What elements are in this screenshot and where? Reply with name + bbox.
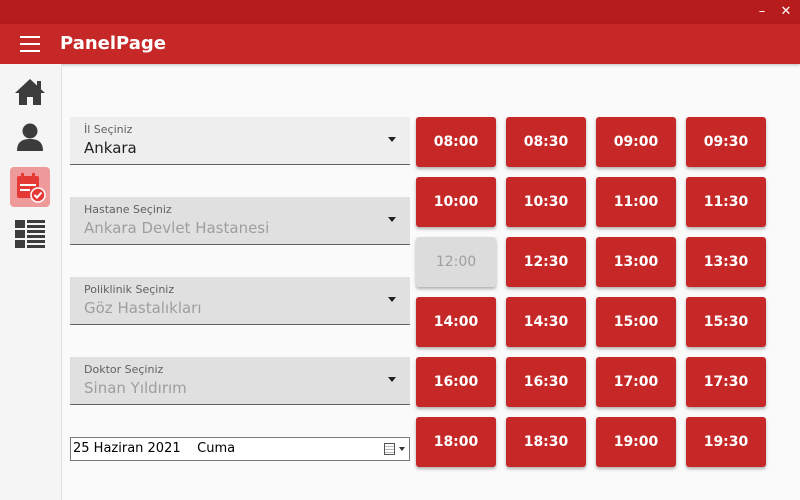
time-slot-button[interactable]: 08:00 xyxy=(416,117,496,167)
hamburger-menu-icon[interactable] xyxy=(20,36,40,52)
close-button[interactable]: ✕ xyxy=(776,2,796,22)
doctor-select[interactable]: Doktor Seçiniz Sinan Yıldırım xyxy=(70,357,410,405)
time-slot-button[interactable]: 10:00 xyxy=(416,177,496,227)
doctor-label: Doktor Seçiniz xyxy=(84,363,164,376)
hospital-label: Hastane Seçiniz xyxy=(84,203,172,216)
time-slot-button[interactable]: 19:30 xyxy=(686,417,766,467)
time-slot-button: 12:00 xyxy=(416,237,496,287)
time-slot-button[interactable]: 14:00 xyxy=(416,297,496,347)
list-icon xyxy=(15,220,45,248)
chevron-down-icon xyxy=(399,447,405,451)
city-select[interactable]: İl Seçiniz Ankara xyxy=(70,117,410,165)
time-slot-button[interactable]: 11:30 xyxy=(686,177,766,227)
time-slot-button[interactable]: 17:30 xyxy=(686,357,766,407)
dropdown-arrow-icon xyxy=(388,377,396,382)
window-titlebar: – ✕ xyxy=(0,0,800,24)
time-slot-button[interactable]: 16:00 xyxy=(416,357,496,407)
time-slot-button[interactable]: 12:30 xyxy=(506,237,586,287)
time-slot-button[interactable]: 08:30 xyxy=(506,117,586,167)
time-slot-button[interactable]: 19:00 xyxy=(596,417,676,467)
time-slot-button[interactable]: 14:30 xyxy=(506,297,586,347)
time-slot-button[interactable]: 13:30 xyxy=(686,237,766,287)
dropdown-arrow-icon xyxy=(388,297,396,302)
hospital-value: Ankara Devlet Hastanesi xyxy=(84,219,270,237)
city-value: Ankara xyxy=(84,139,137,157)
clinic-select[interactable]: Poliklinik Seçiniz Göz Hastalıkları xyxy=(70,277,410,325)
minimize-button[interactable]: – xyxy=(752,2,772,22)
sidebar xyxy=(0,64,62,500)
app-title: PanelPage xyxy=(60,33,166,54)
dropdown-arrow-icon xyxy=(388,217,396,222)
time-slot-button[interactable]: 15:00 xyxy=(596,297,676,347)
time-slot-button[interactable]: 17:00 xyxy=(596,357,676,407)
clinic-label: Poliklinik Seçiniz xyxy=(84,283,175,296)
city-label: İl Seçiniz xyxy=(84,123,133,136)
sidebar-item-list[interactable] xyxy=(10,214,50,254)
time-slot-button[interactable]: 10:30 xyxy=(506,177,586,227)
sidebar-item-appointment[interactable] xyxy=(10,167,50,207)
app-bar: PanelPage xyxy=(0,24,800,64)
time-slot-button[interactable]: 09:00 xyxy=(596,117,676,167)
doctor-value: Sinan Yıldırım xyxy=(84,379,187,397)
calendar-check-icon xyxy=(17,173,46,203)
calendar-icon xyxy=(384,443,395,455)
time-slot-button[interactable]: 09:30 xyxy=(686,117,766,167)
time-slot-button[interactable]: 18:30 xyxy=(506,417,586,467)
dropdown-arrow-icon xyxy=(388,137,396,142)
time-slot-button[interactable]: 16:30 xyxy=(506,357,586,407)
sidebar-item-home[interactable] xyxy=(10,72,50,112)
time-slot-button[interactable]: 15:30 xyxy=(686,297,766,347)
time-slot-button[interactable]: 11:00 xyxy=(596,177,676,227)
clinic-value: Göz Hastalıkları xyxy=(84,299,202,317)
date-picker[interactable]: 25 Haziran 2021 Cuma xyxy=(70,437,410,461)
time-slot-button[interactable]: 18:00 xyxy=(416,417,496,467)
date-value: 25 Haziran 2021 Cuma xyxy=(73,441,236,456)
sidebar-item-profile[interactable] xyxy=(10,117,50,157)
user-icon xyxy=(17,123,43,151)
hospital-select[interactable]: Hastane Seçiniz Ankara Devlet Hastanesi xyxy=(70,197,410,245)
time-slot-button[interactable]: 13:00 xyxy=(596,237,676,287)
home-icon xyxy=(15,79,45,105)
